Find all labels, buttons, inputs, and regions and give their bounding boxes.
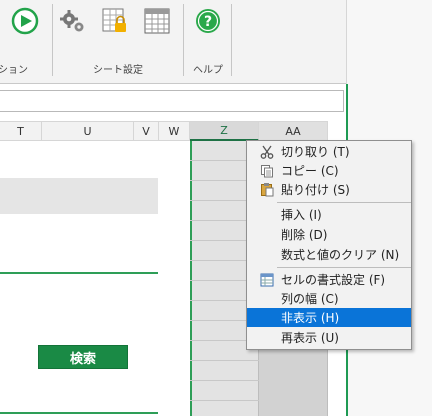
row-gridline <box>190 360 259 361</box>
menu-item-label: セルの書式設定 (F) <box>281 273 386 287</box>
paste-icon <box>259 182 275 197</box>
ribbon-separator <box>52 4 53 76</box>
ribbon-group-action-label: ション <box>0 65 28 76</box>
column-header-t[interactable]: T <box>0 121 42 141</box>
menu-item-label: 削除 (D) <box>281 228 328 242</box>
menu-item-label: コピー (C) <box>281 164 339 178</box>
menu-item-label: 貼り付け (S) <box>281 183 350 197</box>
menu-item-insert[interactable]: 挿入 (I) <box>247 205 411 224</box>
menu-item-paste[interactable]: 貼り付け (S) <box>247 180 411 199</box>
menu-item-label: 数式と値のクリア (N) <box>281 248 400 262</box>
gears-icon[interactable] <box>58 6 88 36</box>
menu-separator <box>277 267 411 268</box>
header-band <box>0 178 158 214</box>
menu-item-delete[interactable]: 削除 (D) <box>247 225 411 244</box>
column-header-v[interactable]: V <box>134 121 159 141</box>
context-menu: 切り取り (T) コピー (C) 貼り付け (S) 挿入 (I) 削除 (D) … <box>246 140 412 350</box>
ribbon-group-sheet-settings-label: シート設定 <box>93 65 143 76</box>
divider-line <box>0 272 158 274</box>
menu-item-label: 挿入 (I) <box>281 208 322 222</box>
ribbon-separator <box>231 4 232 76</box>
menu-item-label: 列の幅 (C) <box>281 292 339 306</box>
divider-line <box>0 412 158 414</box>
help-icon[interactable]: ? <box>193 6 223 36</box>
menu-item-label: 非表示 (H) <box>281 311 340 325</box>
menu-item-format-cells[interactable]: セルの書式設定 (F) <box>247 270 411 289</box>
search-button[interactable]: 検索 <box>38 345 128 369</box>
menu-item-copy[interactable]: コピー (C) <box>247 161 411 180</box>
menu-item-unhide[interactable]: 再表示 (U) <box>247 328 411 347</box>
menu-item-clear-formulas-values[interactable]: 数式と値のクリア (N) <box>247 245 411 264</box>
column-header-aa[interactable]: AA <box>259 121 328 141</box>
ribbon-separator <box>183 4 184 76</box>
menu-item-hide[interactable]: 非表示 (H) <box>247 308 411 327</box>
formula-bar[interactable] <box>0 90 344 112</box>
row-gridline <box>190 400 259 401</box>
row-gridline <box>190 380 259 381</box>
scissors-icon <box>259 144 275 159</box>
menu-item-cut[interactable]: 切り取り (T) <box>247 142 411 161</box>
menu-item-label: 切り取り (T) <box>281 145 350 159</box>
menu-item-label: 再表示 (U) <box>281 331 339 345</box>
sheet-lock-icon[interactable] <box>100 6 130 36</box>
column-header-w[interactable]: W <box>159 121 190 141</box>
menu-separator <box>277 202 411 203</box>
play-icon[interactable] <box>10 6 40 36</box>
svg-text:?: ? <box>204 14 212 30</box>
sheet-grid-icon[interactable] <box>142 6 172 36</box>
copy-icon <box>259 163 275 178</box>
column-header-u[interactable]: U <box>42 121 134 141</box>
ribbon-group-help-label: ヘルプ <box>193 65 223 76</box>
column-header-z[interactable]: Z <box>190 121 259 141</box>
menu-item-column-width[interactable]: 列の幅 (C) <box>247 289 411 308</box>
format-cells-icon <box>259 272 275 287</box>
